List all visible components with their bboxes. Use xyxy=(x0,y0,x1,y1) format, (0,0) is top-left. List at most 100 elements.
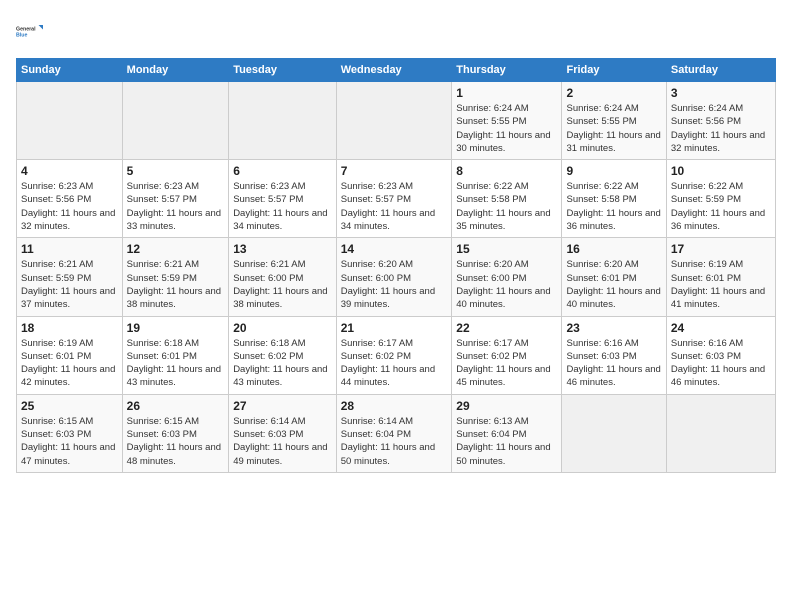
day-number: 17 xyxy=(671,242,771,256)
calendar-cell: 12 Sunrise: 6:21 AMSunset: 5:59 PMDayligh… xyxy=(122,238,229,316)
day-info: Sunrise: 6:23 AMSunset: 5:56 PMDaylight:… xyxy=(21,180,118,233)
day-number: 4 xyxy=(21,164,118,178)
weekday-header: Saturday xyxy=(666,59,775,82)
day-info: Sunrise: 6:19 AMSunset: 6:01 PMDaylight:… xyxy=(21,337,118,390)
calendar-cell xyxy=(336,82,452,160)
calendar-cell: 28 Sunrise: 6:14 AMSunset: 6:04 PMDayligh… xyxy=(336,394,452,472)
calendar-cell xyxy=(229,82,337,160)
day-number: 3 xyxy=(671,86,771,100)
calendar-cell: 7 Sunrise: 6:23 AMSunset: 5:57 PMDaylight… xyxy=(336,160,452,238)
day-info: Sunrise: 6:24 AMSunset: 5:55 PMDaylight:… xyxy=(456,102,557,155)
calendar-cell: 21Sunrise: 6:17 AMSunset: 6:02 PMDayligh… xyxy=(336,316,452,394)
calendar-cell: 19 Sunrise: 6:18 AMSunset: 6:01 PMDayligh… xyxy=(122,316,229,394)
day-info: Sunrise: 6:24 AMSunset: 5:56 PMDaylight:… xyxy=(671,102,771,155)
day-number: 27 xyxy=(233,399,332,413)
day-number: 10 xyxy=(671,164,771,178)
calendar-cell: 2 Sunrise: 6:24 AMSunset: 5:55 PMDaylight… xyxy=(562,82,666,160)
day-info: Sunrise: 6:20 AMSunset: 6:00 PMDaylight:… xyxy=(456,258,557,311)
calendar-cell: 3 Sunrise: 6:24 AMSunset: 5:56 PMDaylight… xyxy=(666,82,775,160)
day-number: 22 xyxy=(456,321,557,335)
calendar-cell xyxy=(122,82,229,160)
header: GeneralBlue xyxy=(16,16,776,46)
day-info: Sunrise: 6:21 AMSunset: 5:59 PMDaylight:… xyxy=(21,258,118,311)
day-number: 23 xyxy=(566,321,661,335)
day-info: Sunrise: 6:22 AMSunset: 5:58 PMDaylight:… xyxy=(456,180,557,233)
calendar-cell: 25 Sunrise: 6:15 AMSunset: 6:03 PMDayligh… xyxy=(17,394,123,472)
day-number: 25 xyxy=(21,399,118,413)
day-number: 7 xyxy=(341,164,448,178)
calendar-cell: 11 Sunrise: 6:21 AMSunset: 5:59 PMDayligh… xyxy=(17,238,123,316)
weekday-header: Wednesday xyxy=(336,59,452,82)
day-info: Sunrise: 6:14 AMSunset: 6:04 PMDaylight:… xyxy=(341,415,448,468)
calendar-cell: 20 Sunrise: 6:18 AMSunset: 6:02 PMDayligh… xyxy=(229,316,337,394)
day-number: 24 xyxy=(671,321,771,335)
calendar-cell: 5 Sunrise: 6:23 AMSunset: 5:57 PMDaylight… xyxy=(122,160,229,238)
calendar-cell: 26 Sunrise: 6:15 AMSunset: 6:03 PMDayligh… xyxy=(122,394,229,472)
day-number: 28 xyxy=(341,399,448,413)
calendar-cell: 4 Sunrise: 6:23 AMSunset: 5:56 PMDaylight… xyxy=(17,160,123,238)
calendar-cell: 16 Sunrise: 6:20 AMSunset: 6:01 PMDayligh… xyxy=(562,238,666,316)
day-number: 1 xyxy=(456,86,557,100)
day-number: 29 xyxy=(456,399,557,413)
day-number: 11 xyxy=(21,242,118,256)
calendar-cell: 10 Sunrise: 6:22 AMSunset: 5:59 PMDayligh… xyxy=(666,160,775,238)
day-info: Sunrise: 6:23 AMSunset: 5:57 PMDaylight:… xyxy=(233,180,332,233)
calendar-table: SundayMondayTuesdayWednesdayThursdayFrid… xyxy=(16,58,776,473)
logo-icon: GeneralBlue xyxy=(16,16,46,46)
weekday-header: Monday xyxy=(122,59,229,82)
calendar-cell xyxy=(666,394,775,472)
day-info: Sunrise: 6:18 AMSunset: 6:01 PMDaylight:… xyxy=(127,337,225,390)
weekday-header: Thursday xyxy=(452,59,562,82)
day-info: Sunrise: 6:15 AMSunset: 6:03 PMDaylight:… xyxy=(127,415,225,468)
day-info: Sunrise: 6:24 AMSunset: 5:55 PMDaylight:… xyxy=(566,102,661,155)
day-info: Sunrise: 6:15 AMSunset: 6:03 PMDaylight:… xyxy=(21,415,118,468)
weekday-header: Sunday xyxy=(17,59,123,82)
day-info: Sunrise: 6:22 AMSunset: 5:59 PMDaylight:… xyxy=(671,180,771,233)
day-info: Sunrise: 6:17 AMSunset: 6:02 PMDaylight:… xyxy=(341,337,448,390)
calendar-cell: 27 Sunrise: 6:14 AMSunset: 6:03 PMDayligh… xyxy=(229,394,337,472)
day-number: 14 xyxy=(341,242,448,256)
calendar-cell: 22 Sunrise: 6:17 AMSunset: 6:02 PMDayligh… xyxy=(452,316,562,394)
weekday-header: Tuesday xyxy=(229,59,337,82)
day-number: 16 xyxy=(566,242,661,256)
day-info: Sunrise: 6:18 AMSunset: 6:02 PMDaylight:… xyxy=(233,337,332,390)
day-info: Sunrise: 6:13 AMSunset: 6:04 PMDaylight:… xyxy=(456,415,557,468)
calendar-cell: 6 Sunrise: 6:23 AMSunset: 5:57 PMDaylight… xyxy=(229,160,337,238)
calendar-cell xyxy=(17,82,123,160)
day-number: 8 xyxy=(456,164,557,178)
day-info: Sunrise: 6:20 AMSunset: 6:00 PMDaylight:… xyxy=(341,258,448,311)
day-info: Sunrise: 6:21 AMSunset: 5:59 PMDaylight:… xyxy=(127,258,225,311)
day-number: 13 xyxy=(233,242,332,256)
calendar-cell: 23 Sunrise: 6:16 AMSunset: 6:03 PMDayligh… xyxy=(562,316,666,394)
calendar-cell xyxy=(562,394,666,472)
calendar-cell: 13 Sunrise: 6:21 AMSunset: 6:00 PMDayligh… xyxy=(229,238,337,316)
day-number: 9 xyxy=(566,164,661,178)
calendar-cell: 17 Sunrise: 6:19 AMSunset: 6:01 PMDayligh… xyxy=(666,238,775,316)
day-info: Sunrise: 6:21 AMSunset: 6:00 PMDaylight:… xyxy=(233,258,332,311)
day-info: Sunrise: 6:23 AMSunset: 5:57 PMDaylight:… xyxy=(341,180,448,233)
svg-text:General: General xyxy=(16,26,36,32)
day-info: Sunrise: 6:23 AMSunset: 5:57 PMDaylight:… xyxy=(127,180,225,233)
logo: GeneralBlue xyxy=(16,16,46,46)
calendar-cell: 8 Sunrise: 6:22 AMSunset: 5:58 PMDaylight… xyxy=(452,160,562,238)
day-info: Sunrise: 6:22 AMSunset: 5:58 PMDaylight:… xyxy=(566,180,661,233)
day-number: 12 xyxy=(127,242,225,256)
calendar-cell: 15Sunrise: 6:20 AMSunset: 6:00 PMDayligh… xyxy=(452,238,562,316)
day-info: Sunrise: 6:19 AMSunset: 6:01 PMDaylight:… xyxy=(671,258,771,311)
day-info: Sunrise: 6:14 AMSunset: 6:03 PMDaylight:… xyxy=(233,415,332,468)
weekday-header: Friday xyxy=(562,59,666,82)
day-number: 6 xyxy=(233,164,332,178)
day-info: Sunrise: 6:16 AMSunset: 6:03 PMDaylight:… xyxy=(566,337,661,390)
calendar-cell: 9 Sunrise: 6:22 AMSunset: 5:58 PMDaylight… xyxy=(562,160,666,238)
day-info: Sunrise: 6:17 AMSunset: 6:02 PMDaylight:… xyxy=(456,337,557,390)
day-number: 5 xyxy=(127,164,225,178)
calendar-cell: 18Sunrise: 6:19 AMSunset: 6:01 PMDayligh… xyxy=(17,316,123,394)
day-number: 2 xyxy=(566,86,661,100)
day-number: 19 xyxy=(127,321,225,335)
svg-text:Blue: Blue xyxy=(16,32,27,38)
day-info: Sunrise: 6:16 AMSunset: 6:03 PMDaylight:… xyxy=(671,337,771,390)
day-number: 20 xyxy=(233,321,332,335)
day-info: Sunrise: 6:20 AMSunset: 6:01 PMDaylight:… xyxy=(566,258,661,311)
calendar-cell: 14 Sunrise: 6:20 AMSunset: 6:00 PMDayligh… xyxy=(336,238,452,316)
day-number: 26 xyxy=(127,399,225,413)
